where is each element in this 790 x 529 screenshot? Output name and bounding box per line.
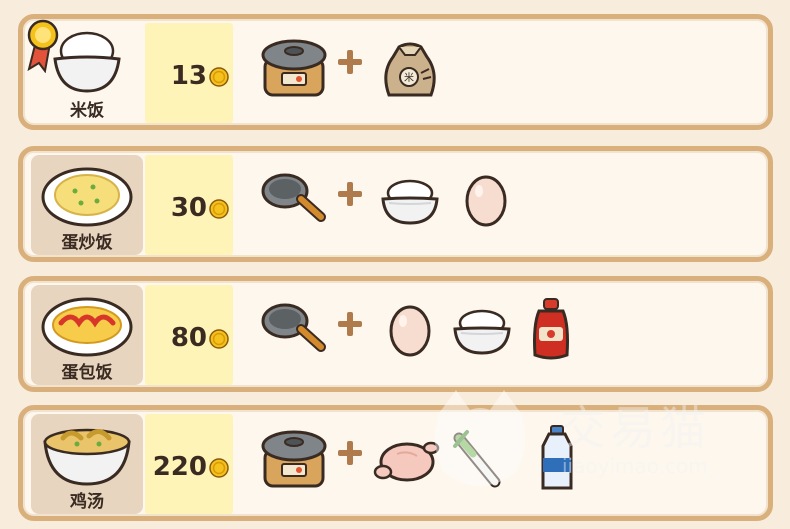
rice-bowl-icon	[447, 295, 517, 365]
price-value: 220	[152, 452, 207, 482]
raw-chicken-icon	[371, 424, 441, 494]
dish-name: 米饭	[70, 101, 104, 121]
omurice-icon	[37, 287, 137, 359]
ingredient-list	[241, 151, 761, 257]
frying-pan-icon	[259, 295, 329, 365]
price-value: 13	[170, 61, 207, 91]
recipe-row-chicken-soup[interactable]: 鸡汤 220	[18, 405, 773, 521]
dish-name: 蛋炒饭	[61, 233, 113, 253]
price-value: 80	[170, 323, 207, 353]
coin-icon	[209, 67, 229, 87]
plus-icon	[335, 309, 365, 339]
recipe-row-egg-fried-rice[interactable]: 蛋炒饭 30	[18, 146, 773, 262]
plus-icon	[335, 179, 365, 209]
medal-icon	[25, 17, 69, 73]
rice-cooker-icon	[259, 424, 329, 494]
coin-icon	[209, 458, 229, 478]
dish-cell: 蛋包饭	[31, 285, 143, 385]
recipe-row-rice[interactable]: 米饭 13	[18, 14, 773, 130]
ingredient-list	[241, 19, 761, 125]
price-cell: 220	[145, 414, 233, 514]
dish-name: 蛋包饭	[61, 363, 113, 383]
price-value: 30	[170, 193, 207, 223]
rice-bowl-icon	[375, 165, 445, 235]
price-cell: 80	[145, 285, 233, 385]
rice-sack-icon	[375, 33, 445, 103]
chicken-soup-icon	[37, 416, 137, 488]
rice-cooker-icon	[259, 33, 329, 103]
plus-icon	[335, 438, 365, 468]
recipe-row-omurice[interactable]: 蛋包饭 80	[18, 276, 773, 392]
ketchup-icon	[517, 295, 587, 365]
price-cell: 30	[145, 155, 233, 255]
dish-cell: 鸡汤	[31, 414, 143, 514]
recipe-list: 米饭 13 蛋炒饭 30 蛋包饭 80 鸡汤 220	[0, 0, 790, 529]
ingredient-list	[241, 281, 761, 387]
ingredient-list	[241, 410, 761, 516]
dish-name: 鸡汤	[70, 492, 104, 512]
water-bottle-icon	[523, 424, 593, 494]
coin-icon	[209, 329, 229, 349]
fried-rice-icon	[37, 157, 137, 229]
frying-pan-icon	[259, 165, 329, 235]
leek-icon	[449, 424, 519, 494]
plus-icon	[335, 47, 365, 77]
egg-icon	[451, 165, 521, 235]
dish-cell: 蛋炒饭	[31, 155, 143, 255]
price-cell: 13	[145, 23, 233, 123]
coin-icon	[209, 199, 229, 219]
dish-cell: 米饭	[31, 23, 143, 123]
egg-icon	[375, 295, 445, 365]
